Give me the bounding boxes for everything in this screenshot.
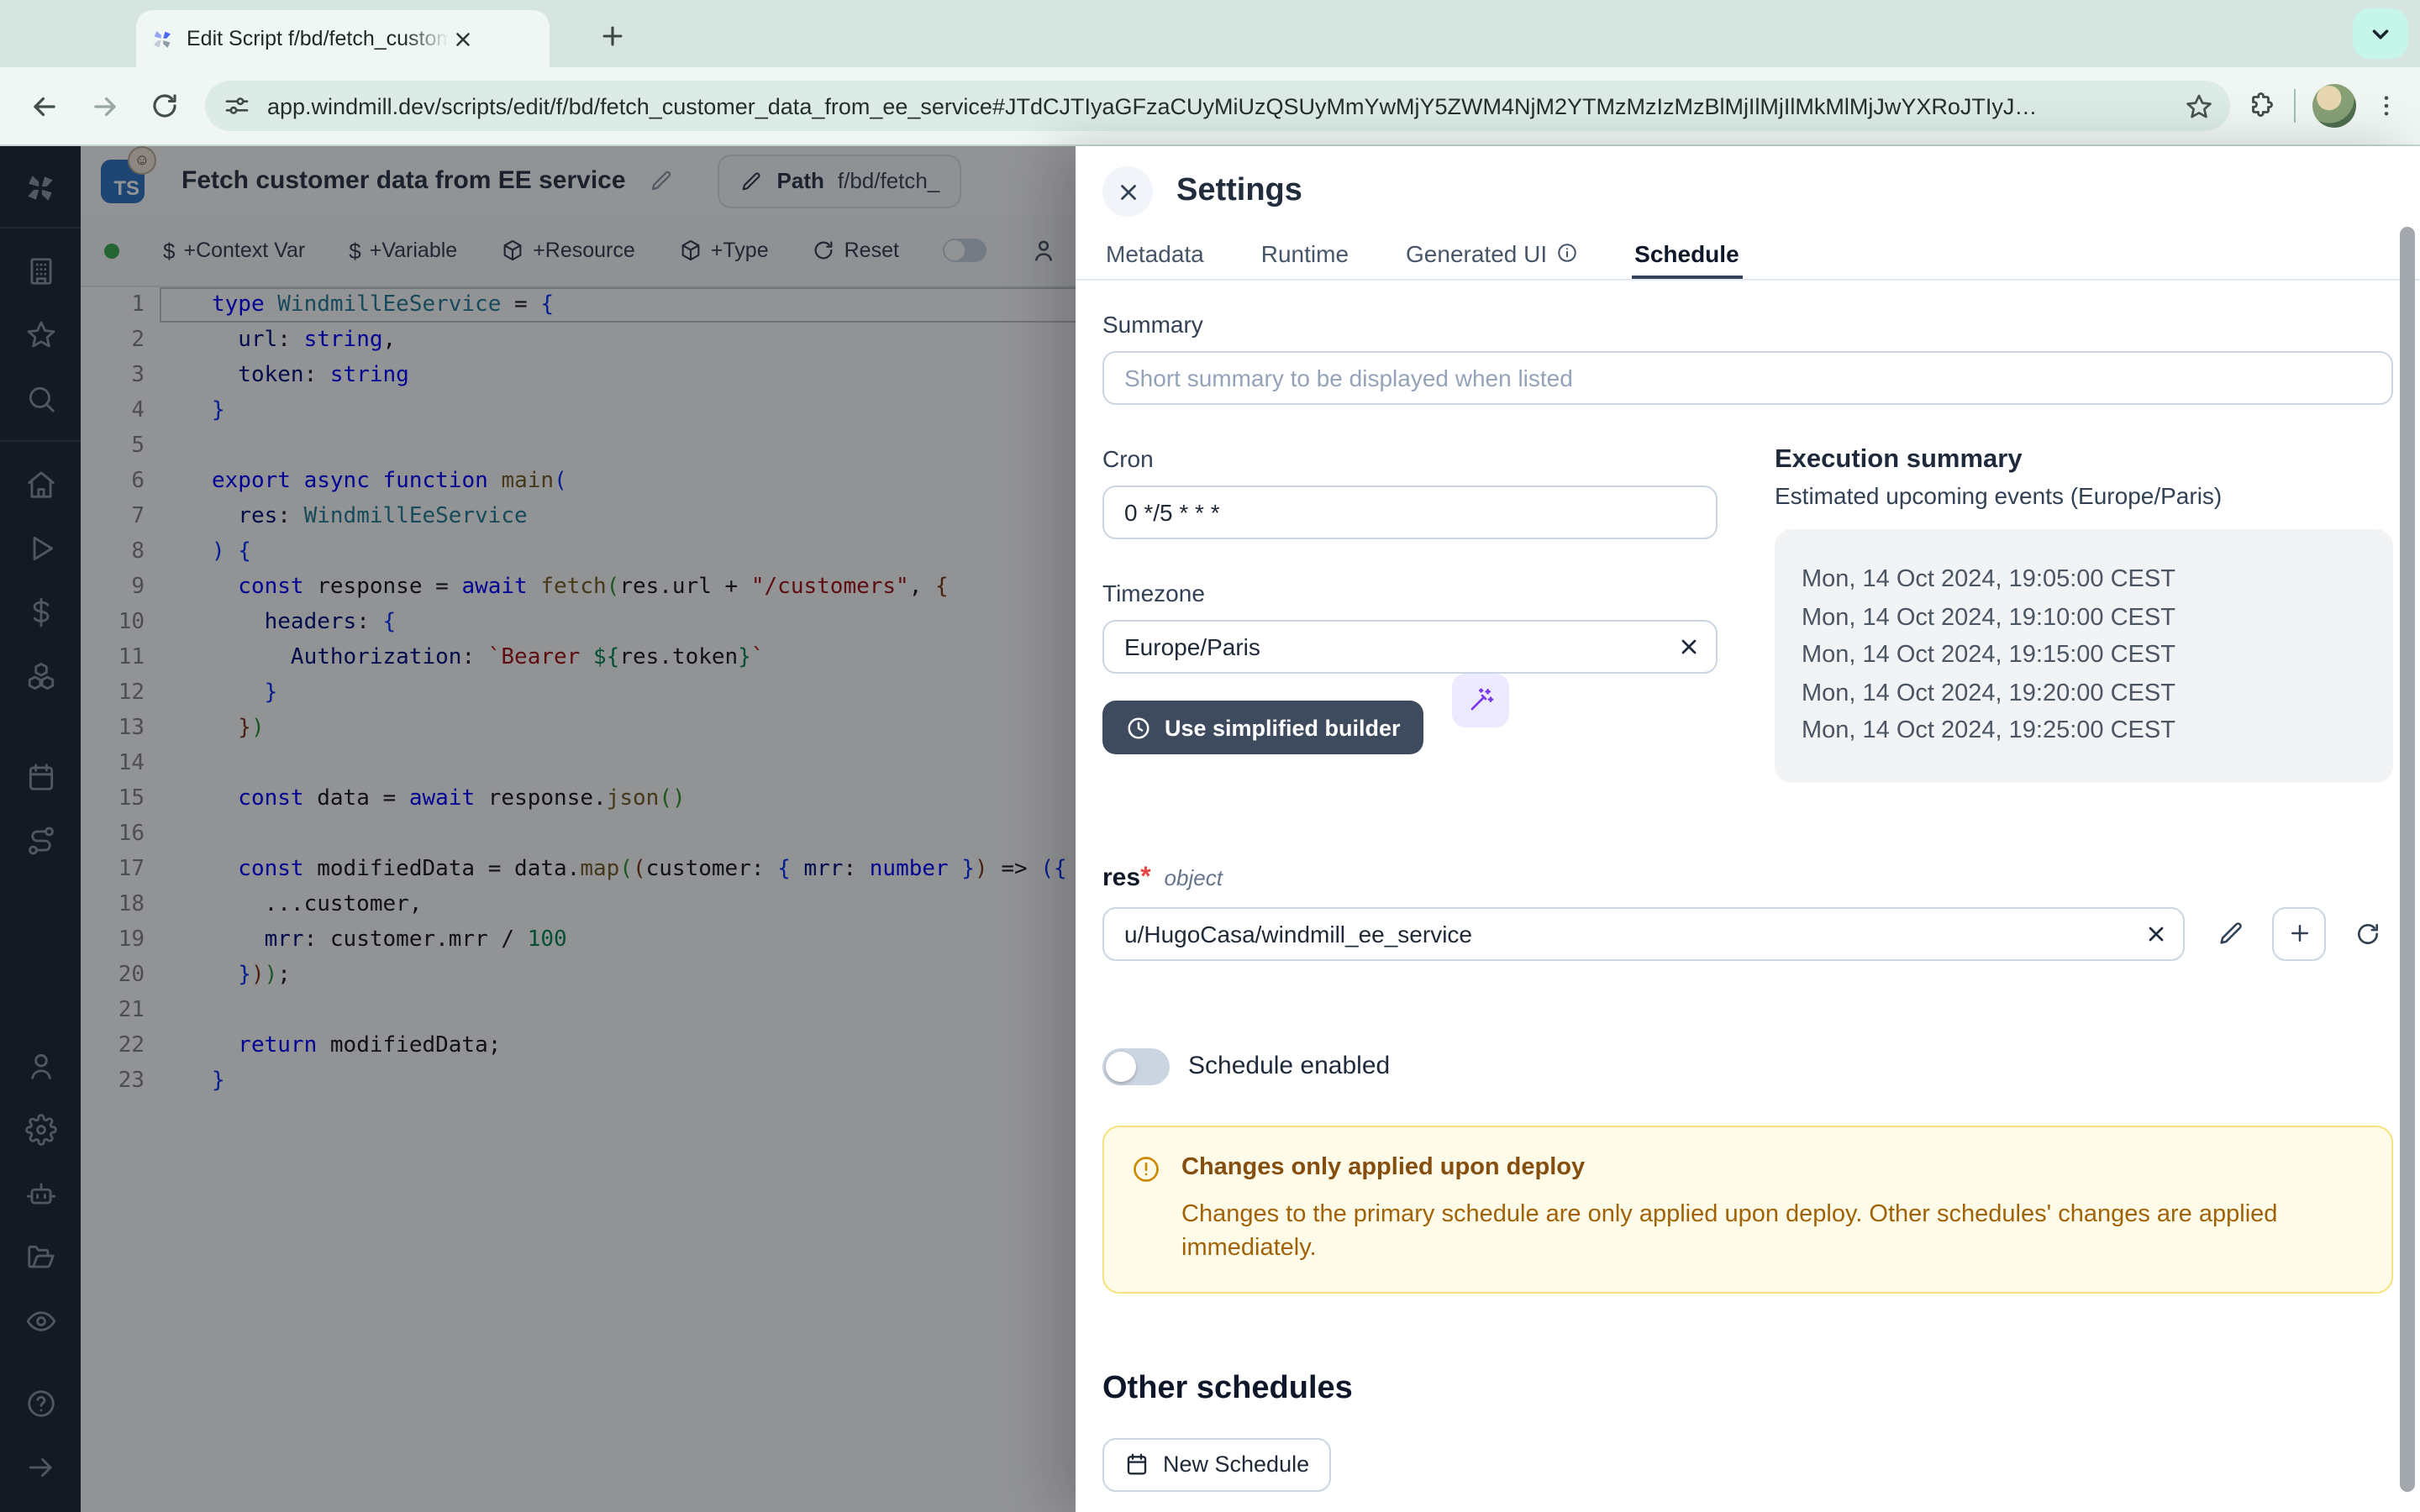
upcoming-event: Mon, 14 Oct 2024, 19:05:00 CEST: [1802, 561, 2366, 599]
cron-label: Cron: [1102, 445, 1718, 472]
calendar-icon: [1124, 1452, 1150, 1477]
forward-button[interactable]: [81, 82, 128, 129]
schedule-enabled-label: Schedule enabled: [1188, 1052, 1390, 1080]
upcoming-events-box: Mon, 14 Oct 2024, 19:05:00 CESTMon, 14 O…: [1775, 529, 2393, 782]
summary-input[interactable]: [1102, 351, 2393, 405]
clock-icon: [1126, 715, 1151, 740]
resource-input[interactable]: [1102, 906, 2186, 960]
cron-input[interactable]: [1102, 486, 1718, 539]
upcoming-event: Mon, 14 Oct 2024, 19:20:00 CEST: [1802, 675, 2366, 712]
settings-tab-runtime[interactable]: Runtime: [1258, 230, 1352, 279]
magic-wand-icon: [1466, 687, 1493, 714]
new-tab-button[interactable]: [592, 15, 632, 55]
profile-avatar[interactable]: [2312, 84, 2356, 128]
warning-title: Changes only applied upon deploy: [1181, 1153, 2365, 1180]
close-icon: [1115, 179, 1140, 204]
bookmark-star-icon[interactable]: [2185, 92, 2213, 120]
summary-label: Summary: [1102, 311, 2393, 338]
refresh-icon: [2354, 920, 2381, 947]
res-arg-type: object: [1165, 864, 1223, 890]
site-settings-icon[interactable]: [224, 92, 250, 119]
drawer-title: Settings: [1176, 173, 1302, 210]
url-text[interactable]: app.windmill.dev/scripts/edit/f/bd/fetch…: [267, 93, 2171, 118]
pencil-icon: [2217, 919, 2245, 948]
address-bar[interactable]: app.windmill.dev/scripts/edit/f/bd/fetch…: [205, 81, 2230, 131]
required-asterisk: *: [1140, 863, 1150, 891]
back-button[interactable]: [20, 82, 67, 129]
settings-tab-schedule[interactable]: Schedule: [1631, 230, 1743, 279]
drawer-scrollbar[interactable]: [2400, 227, 2415, 1492]
deploy-warning-box: Changes only applied upon deploy Changes…: [1102, 1125, 2393, 1293]
res-arg-name: res: [1102, 863, 1140, 891]
tab-close-icon[interactable]: [452, 28, 474, 50]
add-resource-plus-button[interactable]: [2273, 906, 2327, 960]
settings-drawer: Settings Metadata Runtime Generated UI Sche…: [1076, 146, 2420, 1512]
settings-tabs: Metadata Runtime Generated UI Schedule: [1076, 230, 2420, 281]
execution-summary-title: Execution summary: [1775, 445, 2393, 475]
browser-toolbar: app.windmill.dev/scripts/edit/f/bd/fetch…: [0, 67, 2420, 146]
alert-circle-icon: [1131, 1153, 1161, 1264]
reload-button[interactable]: [141, 82, 188, 129]
info-icon: [1555, 242, 1577, 264]
new-schedule-button[interactable]: New Schedule: [1102, 1437, 1331, 1491]
upcoming-event: Mon, 14 Oct 2024, 19:15:00 CEST: [1802, 637, 2366, 675]
browser-chrome: Edit Script f/bd/fetch_custom: [0, 0, 2420, 146]
settings-tab-generated-ui[interactable]: Generated UI: [1402, 230, 1581, 279]
upcoming-event: Mon, 14 Oct 2024, 19:25:00 CEST: [1802, 712, 2366, 750]
warning-body: Changes to the primary schedule are only…: [1181, 1197, 2365, 1264]
menu-kebab-icon[interactable]: [2373, 92, 2400, 119]
timezone-input[interactable]: [1102, 620, 1718, 674]
other-schedules-title: Other schedules: [1102, 1370, 2393, 1407]
tab-list-chevron-button[interactable]: [2353, 8, 2408, 59]
toolbar-separator: [2294, 89, 2296, 123]
clear-timezone-icon[interactable]: [1677, 635, 1701, 659]
tab-strip: Edit Script f/bd/fetch_custom: [0, 0, 2420, 67]
execution-summary-subtitle: Estimated upcoming events (Europe/Paris): [1775, 482, 2393, 509]
upcoming-event: Mon, 14 Oct 2024, 19:10:00 CEST: [1802, 599, 2366, 637]
windmill-favicon: [150, 26, 175, 51]
schedule-enabled-toggle[interactable]: [1102, 1047, 1170, 1084]
clear-resource-icon[interactable]: [2145, 921, 2169, 945]
settings-tab-metadata[interactable]: Metadata: [1102, 230, 1207, 279]
simplified-builder-button[interactable]: Use simplified builder: [1102, 701, 1424, 754]
close-drawer-button[interactable]: [1102, 166, 1153, 217]
extensions-icon[interactable]: [2247, 91, 2277, 121]
refresh-resource-button[interactable]: [2343, 908, 2393, 958]
plus-icon: [2287, 921, 2312, 946]
timezone-label: Timezone: [1102, 580, 1718, 606]
ai-wand-button[interactable]: [1451, 674, 1508, 727]
edit-resource-button[interactable]: [2206, 908, 2256, 958]
drawer-backdrop[interactable]: [0, 146, 1076, 1512]
browser-tab[interactable]: Edit Script f/bd/fetch_custom: [136, 10, 550, 67]
